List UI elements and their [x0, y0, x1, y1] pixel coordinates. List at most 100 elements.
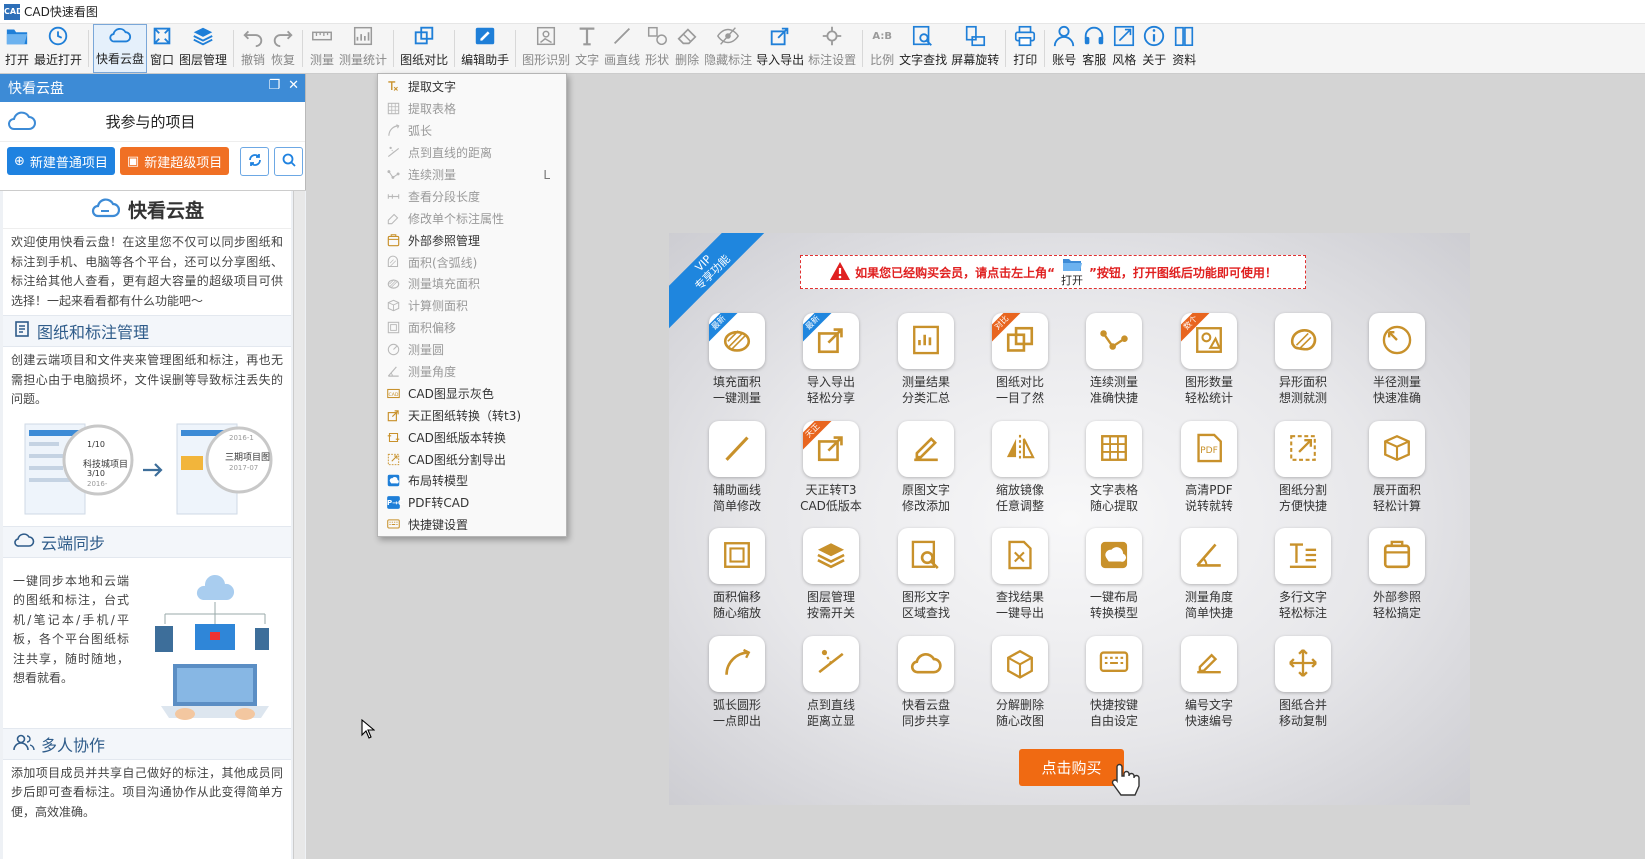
menu-item-14[interactable]: 测量角度 — [378, 361, 566, 383]
menu-item-11[interactable]: 计算侧面积 — [378, 295, 566, 317]
menu-item-4[interactable]: 点到直线的距离 — [378, 142, 566, 164]
menu-item-label: PDF转CAD — [408, 496, 470, 511]
feature-item-4[interactable]: 对比 图纸对比 一目了然 — [982, 313, 1058, 406]
menu-item-1[interactable]: 提取文字 — [378, 76, 566, 98]
feature-item-29[interactable]: 快捷按键 自由设定 — [1076, 636, 1152, 729]
toolbar-button-22[interactable]: 文字查找 — [897, 24, 949, 73]
feature-item-23[interactable]: 多行文字 轻松标注 — [1265, 528, 1341, 621]
feature-item-5[interactable]: 连续测量 准确快捷 — [1076, 313, 1152, 406]
menu-item-3[interactable]: 弧长 — [378, 120, 566, 142]
toolbar-button-4[interactable]: 窗口 — [147, 24, 177, 73]
menu-item-13[interactable]: 测量圆 — [378, 339, 566, 361]
feature-item-13[interactable]: 文字表格 随心提取 — [1076, 421, 1152, 514]
new-super-project-button[interactable]: ▣ 新建超级项目 — [119, 147, 230, 175]
feature-item-9[interactable]: 辅助画线 简单修改 — [699, 421, 775, 514]
menu-item-8[interactable]: 外部参照管理 — [378, 229, 566, 251]
toolbar-button-14[interactable]: 文字 — [572, 24, 602, 73]
menu-item-18[interactable]: CAD图纸分割导出 — [378, 448, 566, 470]
toolbar-button-7[interactable]: 恢复 — [268, 24, 298, 73]
menu-item-12[interactable]: 面积偏移 — [378, 317, 566, 339]
panel-header: 快看云盘 ❐ ✕ — [0, 74, 305, 102]
menu-item-16[interactable]: 天正图纸转换（转t3) — [378, 404, 566, 426]
menu-item-20[interactable]: P→C PDF转CAD — [378, 492, 566, 514]
toolbar-button-1[interactable]: 打开 — [2, 24, 32, 73]
sync-button[interactable] — [240, 146, 270, 176]
feature-label-line2: 轻松计算 — [1372, 499, 1421, 513]
menu-item-19[interactable]: 布局转模型 — [378, 470, 566, 492]
toolbar-button-18[interactable]: 隐藏标注 — [702, 24, 754, 73]
feature-item-22[interactable]: 测量角度 简单快捷 — [1171, 528, 1247, 621]
menu-item-15[interactable]: CAD CAD图显示灰色 — [378, 382, 566, 404]
feature-item-15[interactable]: 图纸分割 方便快捷 — [1265, 421, 1341, 514]
menu-item-7[interactable]: 修改单个标注属性 — [378, 207, 566, 229]
toolbar-button-13[interactable]: 图形识别 — [520, 24, 572, 73]
toolbar-label: 撤销 — [241, 53, 266, 67]
feature-item-30[interactable]: 编号文字 快速编号 — [1171, 636, 1247, 729]
toolbar-button-20[interactable]: 标注设置 — [806, 24, 858, 73]
toolbar-button-15[interactable]: 画直线 — [602, 24, 642, 73]
toolbar-separator — [515, 30, 517, 67]
feature-item-25[interactable]: 弧长圆形 一点即出 — [699, 636, 775, 729]
new-normal-project-button[interactable]: ⊕ 新建普通项目 — [7, 147, 115, 175]
toolbar-button-3[interactable]: 快看云盘 — [93, 24, 148, 73]
feature-item-20[interactable]: 查找结果 一键导出 — [982, 528, 1058, 621]
cloud-intro-document: 快看云盘 欢迎使用快看云盘！在这里您不仅可以同步图纸和标注到手机、电脑等各个平台… — [0, 190, 306, 859]
feature-item-11[interactable]: 原图文字 修改添加 — [888, 421, 964, 514]
toolbar-button-10[interactable]: 测量统计 — [337, 24, 389, 73]
toolbar-button-12[interactable]: 编辑助手 — [459, 24, 511, 73]
feature-item-3[interactable]: 测量结果 分类汇总 — [888, 313, 964, 406]
extract-table-icon — [1097, 431, 1131, 468]
feature-item-26[interactable]: 点到直线 距离立显 — [793, 636, 869, 729]
feature-item-19[interactable]: 图形文字 区域查找 — [888, 528, 964, 621]
toolbar-button-2[interactable]: 最近打开 — [32, 24, 84, 73]
toolbar-button-21[interactable]: A:B 比例 — [867, 24, 897, 73]
feature-label-line2: 修改添加 — [901, 499, 950, 513]
feature-item-1[interactable]: 最新 填充面积 一键测量 — [699, 313, 775, 406]
feature-item-21[interactable]: 一键布局 转换模型 — [1076, 528, 1152, 621]
menu-item-17[interactable]: CAD图纸版本转换 — [378, 426, 566, 448]
toolbar-button-19[interactable]: 导入导出 — [754, 24, 806, 73]
toolbar-button-11[interactable]: 图纸对比 — [398, 24, 450, 73]
feature-item-10[interactable]: 天正 天正转T3 CAD低版本 — [793, 421, 869, 514]
menu-item-2[interactable]: 提取表格 — [378, 98, 566, 120]
feature-item-2[interactable]: 最新 导入导出 轻松分享 — [793, 313, 869, 406]
feature-item-17[interactable]: 面积偏移 随心缩放 — [699, 528, 775, 621]
feature-item-16[interactable]: 展开面积 轻松计算 — [1359, 421, 1435, 514]
restore-icon[interactable]: ❐ — [268, 78, 280, 93]
feature-card — [803, 636, 859, 692]
feature-item-8[interactable]: 半径测量 快速准确 — [1359, 313, 1435, 406]
menu-item-5[interactable]: 连续测量 L — [378, 164, 566, 186]
menu-item-9[interactable]: 面积(含弧线) — [378, 251, 566, 273]
toolbar-button-26[interactable]: 客服 — [1079, 24, 1109, 73]
toolbar-button-23[interactable]: 屏幕旋转 — [949, 24, 1001, 73]
feature-item-28[interactable]: 分解删除 随心改图 — [982, 636, 1058, 729]
feature-label: 图纸分割 方便快捷 — [1265, 482, 1341, 514]
toolbar-button-29[interactable]: 资料 — [1169, 24, 1199, 73]
toolbar-button-27[interactable]: 风格 — [1109, 24, 1139, 73]
arc-length-icon — [720, 646, 754, 683]
feature-item-24[interactable]: 外部参照 轻松搞定 — [1359, 528, 1435, 621]
toolbar-button-25[interactable]: 账号 — [1049, 24, 1079, 73]
panel-scrollbar[interactable] — [293, 191, 305, 859]
toolbar-button-5[interactable]: 图层管理 — [177, 24, 229, 73]
toolbar-button-16[interactable]: 形状 — [642, 24, 672, 73]
feature-item-18[interactable]: 图层管理 按需开关 — [793, 528, 869, 621]
feature-item-6[interactable]: 数个 图形数量 轻松统计 — [1171, 313, 1247, 406]
toolbar-button-24[interactable]: 打印 — [1010, 24, 1040, 73]
feature-item-7[interactable]: 异形面积 想测就测 — [1265, 313, 1341, 406]
toolbar-button-6[interactable]: 撤销 — [238, 24, 268, 73]
toolbar-button-17[interactable]: 删除 — [672, 24, 702, 73]
feature-item-31[interactable]: 图纸合并 移动复制 — [1265, 636, 1341, 729]
feature-label: 异形面积 想测就测 — [1265, 374, 1341, 406]
toolbar-button-28[interactable]: 关于 — [1139, 24, 1169, 73]
close-icon[interactable]: ✕ — [288, 78, 299, 93]
feature-item-14[interactable]: PDF 高清PDF 说转就转 — [1171, 421, 1247, 514]
toolbar-label: 比例 — [870, 53, 895, 67]
feature-item-27[interactable]: 快看云盘 同步共享 — [888, 636, 964, 729]
menu-item-21[interactable]: 快捷键设置 — [378, 514, 566, 536]
menu-item-6[interactable]: 查看分段长度 — [378, 185, 566, 207]
toolbar-button-9[interactable]: 测量 — [307, 24, 337, 73]
menu-item-10[interactable]: 测量填充面积 — [378, 273, 566, 295]
feature-item-12[interactable]: 缩放镜像 任意调整 — [982, 421, 1058, 514]
search-button[interactable] — [274, 146, 304, 176]
